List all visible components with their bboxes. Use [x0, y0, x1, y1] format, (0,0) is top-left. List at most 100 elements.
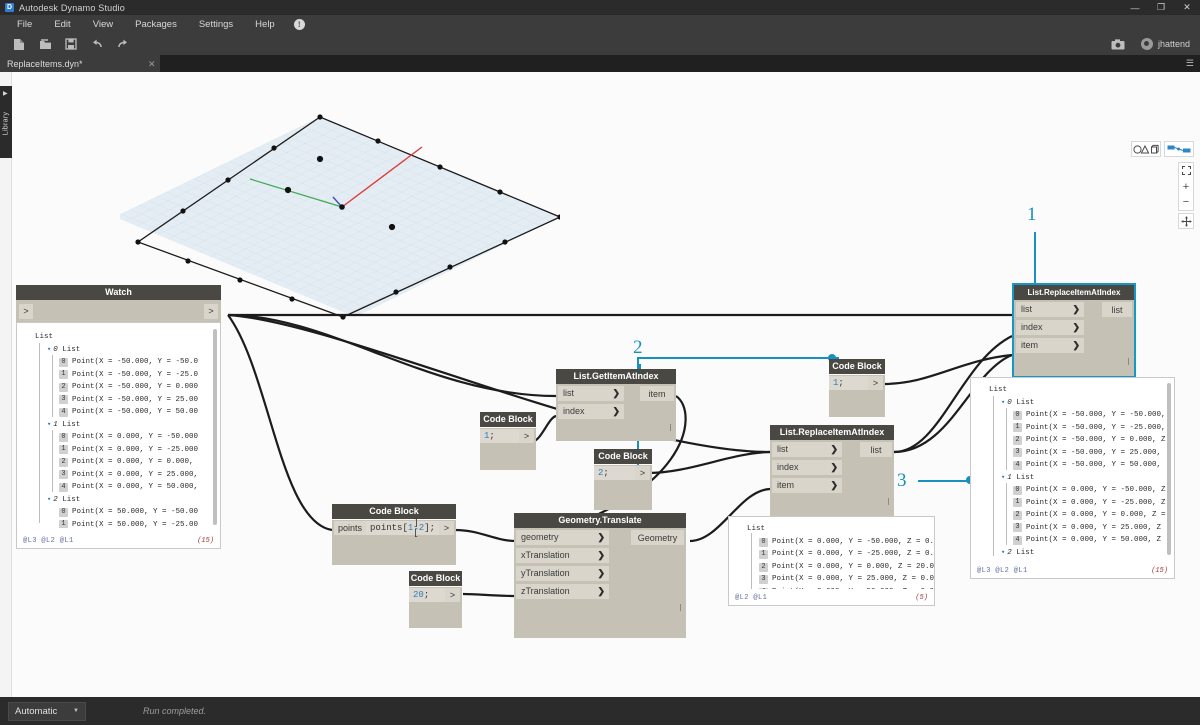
node-codeblock-index2[interactable]: Code Block 2; >: [594, 449, 652, 510]
port-ztranslation-in[interactable]: zTranslation❯: [516, 584, 609, 599]
port-list-in[interactable]: list❯: [772, 442, 842, 457]
menu-file[interactable]: File: [6, 15, 43, 33]
close-button[interactable]: ✕: [1174, 0, 1200, 15]
node-codeblock-20[interactable]: Code Block 20; >: [409, 571, 462, 628]
zoom-in-button[interactable]: +: [1178, 179, 1194, 195]
codeblock-input-points[interactable]: points: [334, 521, 366, 535]
port-list-in[interactable]: list❯: [558, 386, 624, 401]
geometry-view-toggle[interactable]: [1131, 141, 1161, 157]
watch-input-port[interactable]: >: [19, 304, 33, 319]
port-item-out[interactable]: item: [640, 386, 674, 401]
right-group-label: ▾0 List: [971, 397, 1174, 410]
codeblock-output-port[interactable]: >: [519, 429, 534, 443]
tree-guide-line: [52, 355, 53, 417]
codeblock-output-port[interactable]: >: [445, 588, 460, 602]
node-codeblock-index1[interactable]: Code Block 1; >: [480, 412, 536, 470]
tree-guide-line: [1006, 408, 1007, 470]
port-item-in[interactable]: item❯: [772, 478, 842, 493]
codeblock-code[interactable]: 20;: [409, 588, 445, 602]
graph-canvas[interactable]: ▶ Library: [0, 72, 1200, 697]
port-index-in[interactable]: index❯: [558, 404, 624, 419]
node-codeblock-top[interactable]: Code Block 1; >: [829, 359, 885, 417]
menu-help[interactable]: Help: [244, 15, 286, 33]
node-replace-top-footer: [1014, 354, 1134, 368]
codeblock-body: 2; >: [594, 465, 652, 510]
right-list-item: 4Point(X = 0.000, Y = 50.000, Z: [971, 534, 1174, 547]
port-list-in[interactable]: list❯: [1016, 302, 1084, 317]
codeblock-code[interactable]: points[1][2];: [366, 521, 439, 535]
port-index-in[interactable]: index❯: [1016, 320, 1084, 335]
port-ytranslation-in[interactable]: yTranslation❯: [516, 566, 609, 581]
watch-group-label: ▾0 List: [17, 344, 220, 357]
hamburger-menu-icon[interactable]: ☰: [1186, 59, 1194, 68]
redo-button[interactable]: [110, 33, 136, 55]
tab-close-icon[interactable]: ✕: [148, 59, 156, 70]
watch-list-item: 0Point(X = 0.000, Y = -50.000: [17, 431, 220, 444]
watch-list-item: 3Point(X = -50.000, Y = 25.00: [17, 394, 220, 407]
menu-packages[interactable]: Packages: [124, 15, 188, 33]
node-replace-mid-body: list❯ list index❯ item❯: [770, 440, 894, 516]
port-geometry-out[interactable]: Geometry: [631, 530, 684, 545]
undo-button[interactable]: [84, 33, 110, 55]
tree-guide-line: [993, 396, 994, 556]
tab-bar: ReplaceItems.dyn* ✕ ☰: [0, 55, 1200, 72]
preview-panel-mid[interactable]: List 0Point(X = 0.000, Y = -50.000, Z = …: [728, 516, 935, 606]
menu-view[interactable]: View: [82, 15, 124, 33]
chevron-right-icon: ❯: [612, 388, 620, 399]
caret-icon: ▾: [47, 496, 51, 504]
info-icon[interactable]: !: [294, 19, 305, 30]
codeblock-output-port[interactable]: >: [635, 466, 650, 480]
node-watch[interactable]: Watch > > List ▾0 List 0Point(X = -50.00…: [16, 285, 221, 549]
watch-scrollbar[interactable]: [213, 329, 217, 525]
port-list-out[interactable]: list: [860, 442, 892, 457]
watch-list-item: 0Point(X = -50.000, Y = -50.0: [17, 356, 220, 369]
watch-list-item: 1Point(X = 0.000, Y = -25.000: [17, 444, 220, 457]
codeblock-output-port[interactable]: >: [439, 521, 454, 535]
port-list-out[interactable]: list: [1102, 302, 1132, 317]
menu-edit[interactable]: Edit: [43, 15, 81, 33]
mid-preview-scroll: List 0Point(X = 0.000, Y = -50.000, Z = …: [729, 517, 934, 589]
run-mode-select[interactable]: Automatic ▼: [8, 702, 86, 721]
codeblock-output-port[interactable]: >: [868, 376, 883, 390]
port-row: index❯: [1014, 318, 1134, 336]
screenshot-button[interactable]: [1105, 33, 1131, 55]
open-button[interactable]: [32, 33, 58, 55]
right-list-item: 0Point(X = 0.000, Y = -50.000, Z: [971, 484, 1174, 497]
minimize-button[interactable]: —: [1122, 0, 1148, 15]
pan-button[interactable]: [1178, 213, 1194, 229]
tab-replaceitems[interactable]: ReplaceItems.dyn*: [0, 55, 160, 72]
codeblock-code[interactable]: 1;: [829, 376, 868, 390]
node-list-replaceitematindex-top[interactable]: List.ReplaceItemAtIndex list❯ list index…: [1014, 285, 1134, 376]
mid-list-item: 2Point(X = 0.000, Y = 0.000, Z = 20.00: [729, 561, 934, 574]
port-index-in[interactable]: index❯: [772, 460, 842, 475]
zoom-controls: + −: [1178, 162, 1194, 211]
user-account[interactable]: jhattend: [1141, 38, 1190, 50]
fit-to-screen-button[interactable]: [1178, 163, 1194, 179]
tree-guide-line: [751, 533, 752, 589]
graph-view-toggle[interactable]: [1164, 141, 1194, 157]
port-item-in[interactable]: item❯: [1016, 338, 1084, 353]
watch-count: (15): [197, 537, 214, 545]
zoom-out-button[interactable]: −: [1178, 194, 1194, 210]
node-codeblock-points[interactable]: Code Block points points[1][2]; >: [332, 504, 456, 565]
port-xtranslation-in[interactable]: xTranslation❯: [516, 548, 609, 563]
new-button[interactable]: [6, 33, 32, 55]
watch-group-label: ▾2 List: [17, 494, 220, 507]
chevron-right-icon: ❯: [830, 444, 838, 455]
chevron-right-icon: ❯: [597, 550, 605, 561]
watch-data-panel[interactable]: List ▾0 List 0Point(X = -50.000, Y = -50…: [16, 322, 221, 549]
node-list-getitematindex[interactable]: List.GetItemAtIndex list❯ item index❯: [556, 369, 676, 441]
port-geometry-in[interactable]: geometry❯: [516, 530, 609, 545]
menu-settings[interactable]: Settings: [188, 15, 244, 33]
codeblock-code[interactable]: 1;: [480, 429, 519, 443]
maximize-button[interactable]: ❐: [1148, 0, 1174, 15]
save-button[interactable]: [58, 33, 84, 55]
node-list-replaceitematindex-mid[interactable]: List.ReplaceItemAtIndex list❯ list index…: [770, 425, 894, 516]
watch-output-port[interactable]: >: [204, 304, 218, 319]
node-geometry-translate[interactable]: Geometry.Translate geometry❯ Geometry xT…: [514, 513, 686, 638]
preview-panel-right[interactable]: List ▾0 List 0Point(X = -50.000, Y = -50…: [970, 377, 1175, 579]
mid-preview-footer: @L2 @L1 (5): [729, 590, 934, 605]
right-scrollbar[interactable]: [1167, 383, 1171, 555]
codeblock-code[interactable]: 2;: [594, 466, 635, 480]
port-row: zTranslation❯: [514, 582, 686, 600]
